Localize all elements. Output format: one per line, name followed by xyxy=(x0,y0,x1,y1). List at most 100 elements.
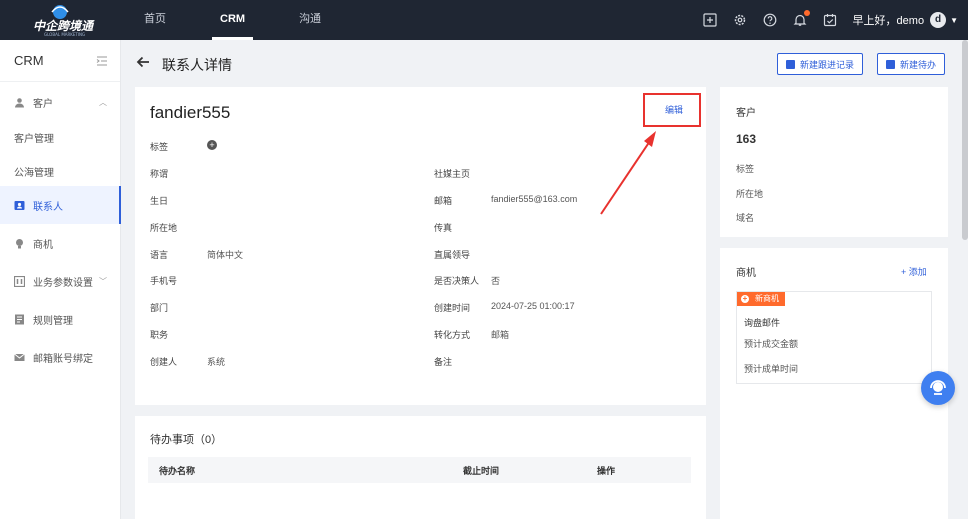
contact-name: fandier555 xyxy=(150,103,231,122)
bell-icon[interactable] xyxy=(793,10,810,27)
sidebar-item-label: 邮箱账号绑定 xyxy=(33,353,93,365)
field-created-time-label: 创建时间 xyxy=(434,303,471,313)
collapse-menu-icon[interactable] xyxy=(96,56,108,66)
sidebar-item-customer-management[interactable]: 客户管理 xyxy=(0,118,121,156)
button-label: 新建跟进记录 xyxy=(800,59,855,70)
column-header-todo-name: 待办名称 xyxy=(159,466,196,476)
plus-circle-icon: + xyxy=(741,294,749,303)
sidebar-header: CRM xyxy=(0,40,120,82)
chevron-down-icon: ﹀ xyxy=(99,276,107,286)
sidebar-item-label: 规则管理 xyxy=(33,315,73,327)
contact-card-icon xyxy=(14,200,25,210)
opportunity-panel-title: 商机 xyxy=(736,268,756,279)
field-location-label: 所在地 xyxy=(150,223,178,233)
sidebar-item-label: 业务参数设置 xyxy=(33,277,93,289)
field-birthday-label: 生日 xyxy=(150,196,169,206)
sidebar-item-public-pool[interactable]: 公海管理 xyxy=(0,152,121,190)
field-social-label: 社媒主页 xyxy=(434,169,471,179)
nav-crm[interactable]: CRM xyxy=(212,0,254,40)
headset-icon xyxy=(930,380,946,395)
todo-title: 待办事项（0） xyxy=(150,434,223,446)
main-nav: 首页 CRM 沟通 xyxy=(136,0,367,40)
calendar-check-icon[interactable] xyxy=(823,13,837,27)
sidebar-item-label: 公海管理 xyxy=(14,167,54,179)
field-position-label: 职务 xyxy=(150,330,169,340)
customer-domain-label: 域名 xyxy=(736,213,755,223)
field-email-value: fandier555@163.com xyxy=(491,194,578,204)
user-icon xyxy=(15,97,24,107)
badge-label: 新商机 xyxy=(755,294,779,303)
sidebar-item-mailbox-binding[interactable]: 邮箱账号绑定 xyxy=(0,338,121,376)
sidebar-item-label: 商机 xyxy=(33,239,53,251)
chevron-down-icon[interactable]: ▼ xyxy=(950,16,958,25)
customer-tag-label: 标签 xyxy=(736,164,755,174)
nav-home[interactable]: 首页 xyxy=(136,0,174,40)
field-decision-maker-label: 是否决策人 xyxy=(434,276,480,286)
expected-close-time-label: 预计成单时间 xyxy=(744,364,799,374)
sidebar-item-label: 客户 xyxy=(33,98,53,110)
annotation-highlight-box xyxy=(643,93,701,127)
settings-grid-icon xyxy=(14,275,25,287)
customer-service-button[interactable] xyxy=(921,371,955,405)
avatar[interactable]: d xyxy=(930,12,947,28)
lightbulb-icon xyxy=(16,238,23,248)
field-creator-value: 系统 xyxy=(207,357,226,367)
field-conversion-value: 邮箱 xyxy=(491,330,510,340)
field-creator-label: 创建人 xyxy=(150,357,178,367)
chevron-up-icon: ︿ xyxy=(99,97,107,107)
button-label: 新建待办 xyxy=(900,59,937,70)
field-conversion-label: 转化方式 xyxy=(434,330,471,340)
add-tag-icon[interactable]: + xyxy=(207,140,217,150)
field-department-label: 部门 xyxy=(150,303,169,313)
sidebar-item-opportunity[interactable]: 商机 xyxy=(0,224,121,262)
gear-icon[interactable] xyxy=(733,13,747,27)
document-icon xyxy=(786,59,795,69)
brand-logo[interactable]: 中企跨境通 GLOBAL MARKETING xyxy=(30,3,110,37)
sidebar-item-rules[interactable]: 规则管理 xyxy=(0,300,121,338)
customer-name[interactable]: 163 xyxy=(736,132,756,146)
nav-communication[interactable]: 沟通 xyxy=(291,0,329,40)
calendar-icon xyxy=(886,59,895,69)
mail-icon xyxy=(14,353,25,361)
customer-panel-title: 客户 xyxy=(736,108,756,119)
field-created-time-value: 2024-07-25 01:00:17 xyxy=(491,301,575,311)
page-scrollbar[interactable] xyxy=(962,40,968,240)
svg-text:GLOBAL MARKETING: GLOBAL MARKETING xyxy=(44,32,85,37)
sidebar-title: CRM xyxy=(14,53,44,68)
sidebar-item-contacts[interactable]: 联系人 xyxy=(0,186,121,224)
customer-location-label: 所在地 xyxy=(736,189,764,199)
new-opportunity-badge: + 新商机 xyxy=(737,292,785,306)
logo-icon: 中企跨境通 GLOBAL MARKETING xyxy=(33,5,95,37)
sidebar-item-label: 客户管理 xyxy=(14,133,54,145)
expected-amount-label: 预计成交金额 xyxy=(744,339,799,349)
column-header-deadline: 截止时间 xyxy=(463,466,500,476)
rules-document-icon xyxy=(15,314,24,324)
svg-text:中企跨境通: 中企跨境通 xyxy=(33,19,95,33)
new-todo-button[interactable]: 新建待办 xyxy=(877,53,946,75)
top-actions: 早上好，demo d ▼ xyxy=(687,0,958,40)
add-square-icon[interactable] xyxy=(702,13,717,27)
add-opportunity-link[interactable]: + 添加 xyxy=(901,265,927,278)
tag-label: 标签 xyxy=(150,142,169,152)
opportunity-name: 询盘邮件 xyxy=(744,318,781,328)
field-language-label: 语言 xyxy=(150,250,169,260)
page-title: 联系人详情 xyxy=(162,57,232,73)
back-arrow-icon[interactable] xyxy=(135,54,151,70)
field-fax-label: 传真 xyxy=(434,223,453,233)
new-follow-up-button[interactable]: 新建跟进记录 xyxy=(777,53,864,75)
greeting-text: 早上好，demo xyxy=(852,15,925,27)
sidebar-item-customer[interactable]: 客户 ︿ xyxy=(0,83,121,121)
top-navigation-bar: 中企跨境通 GLOBAL MARKETING 首页 CRM 沟通 早上好，dem… xyxy=(0,0,968,40)
field-remark-label: 备注 xyxy=(434,357,453,367)
field-manager-label: 直属领导 xyxy=(434,250,471,260)
field-phone-label: 手机号 xyxy=(150,276,178,286)
field-title-label: 称谓 xyxy=(150,169,169,179)
field-email-label: 邮箱 xyxy=(434,196,453,206)
notification-dot xyxy=(803,10,810,16)
sidebar-item-label: 联系人 xyxy=(33,201,63,213)
sidebar-item-business-settings[interactable]: 业务参数设置 ﹀ xyxy=(0,262,121,300)
column-header-actions: 操作 xyxy=(597,466,616,476)
help-icon[interactable] xyxy=(763,13,777,27)
field-language-value: 简体中文 xyxy=(207,250,244,260)
field-decision-maker-value: 否 xyxy=(491,276,501,286)
